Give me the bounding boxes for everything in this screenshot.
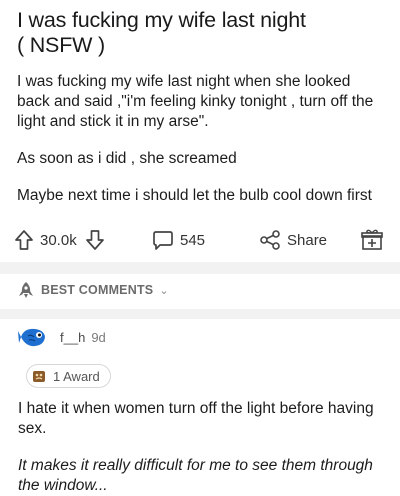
upvote-arrow-icon[interactable] xyxy=(14,229,34,251)
comment-header: f__h 9d xyxy=(18,322,388,352)
vote-group: 30.0k xyxy=(14,229,105,251)
post-title-line1: I was fucking my wife last night xyxy=(17,8,306,32)
comment: f__h 9d 1 Award I hate it when women tur… xyxy=(18,322,388,496)
rocket-icon xyxy=(19,282,33,298)
award-button[interactable] xyxy=(360,228,384,252)
share-button[interactable]: Share xyxy=(259,229,327,251)
post-title-line2: ( NSFW ) xyxy=(17,33,105,57)
post-title: I was fucking my wife last night ( NSFW … xyxy=(17,8,384,58)
post-actions-bar: 30.0k 545 Share xyxy=(0,226,400,254)
avatar[interactable] xyxy=(18,322,48,352)
gift-award-icon xyxy=(361,229,383,250)
sort-label: BEST COMMENTS xyxy=(41,283,154,297)
post: I was fucking my wife last night ( NSFW … xyxy=(0,0,400,206)
comment-count: 545 xyxy=(180,231,206,249)
section-divider xyxy=(0,309,400,319)
section-divider xyxy=(0,262,400,274)
post-body: I was fucking my wife last night when sh… xyxy=(17,72,384,206)
share-icon xyxy=(260,230,280,250)
chevron-down-icon: ⌄ xyxy=(159,284,169,297)
post-body-paragraph: Maybe next time i should let the bulb co… xyxy=(17,187,372,204)
comment-age: 9d xyxy=(91,329,106,345)
share-label: Share xyxy=(287,231,328,249)
comment-sort-button[interactable]: BEST COMMENTS ⌄ xyxy=(17,281,169,299)
award-label: 1 Award xyxy=(53,368,100,384)
post-body-paragraph: As soon as i did , she screamed xyxy=(17,150,237,167)
comments-button[interactable]: 545 xyxy=(152,229,205,251)
post-body-paragraph: I was fucking my wife last night when sh… xyxy=(17,73,374,130)
vote-score: 30.0k xyxy=(40,231,77,249)
comment-text: I hate it when women turn off the light … xyxy=(18,400,374,437)
downvote-arrow-icon[interactable] xyxy=(85,229,105,251)
award-trophy-icon xyxy=(33,371,45,382)
comment-username[interactable]: f__h xyxy=(60,330,85,345)
award-badge[interactable]: 1 Award xyxy=(26,364,111,388)
comment-italic-text: It makes it really difficult for me to s… xyxy=(18,457,373,494)
comment-bubble-icon xyxy=(153,231,173,250)
